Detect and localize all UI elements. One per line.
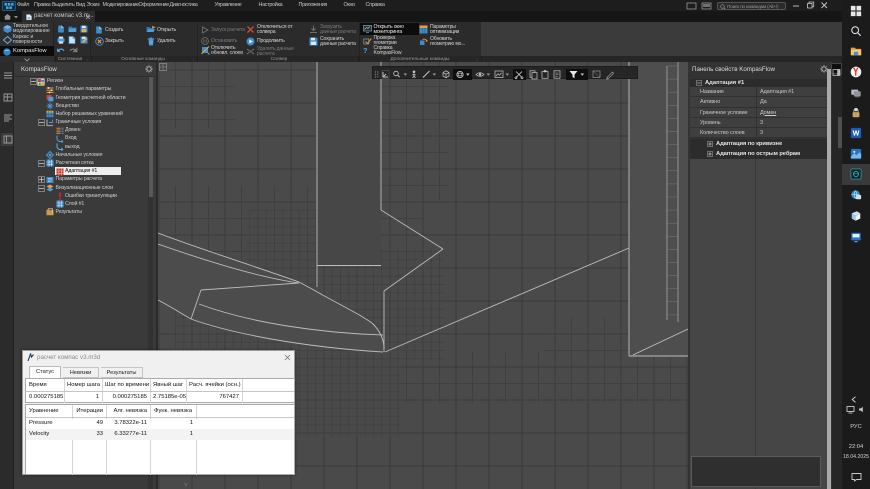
svg-text:Y: Y [184,483,188,489]
